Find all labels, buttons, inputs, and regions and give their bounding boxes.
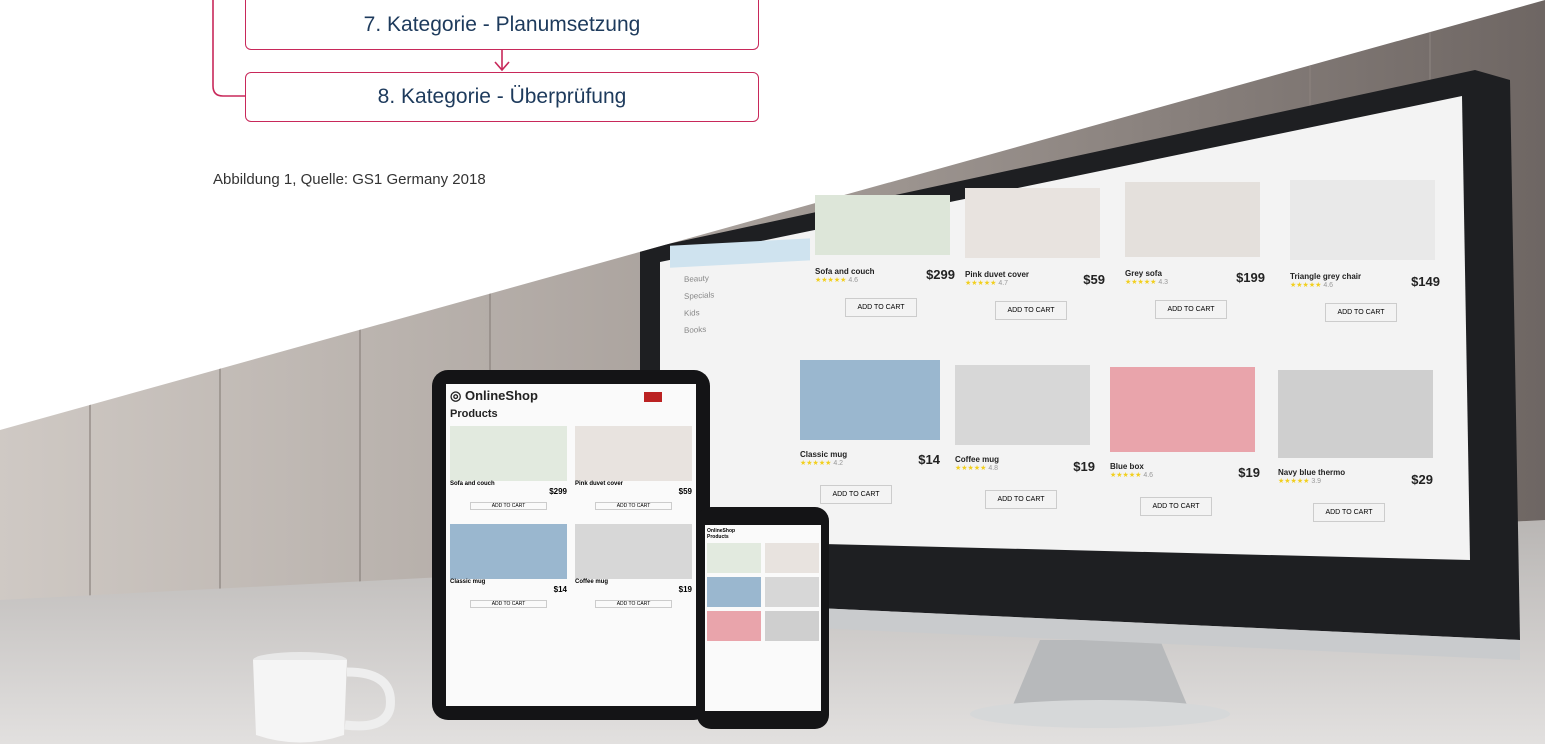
add-to-cart-button[interactable]: ADD TO CART [1325, 303, 1397, 322]
shop-sidebar: Beauty Specials Kids Books [670, 238, 810, 343]
product-image [800, 360, 940, 440]
sidebar-active-item[interactable] [670, 238, 810, 268]
star-icons: ★★★★★ [800, 460, 832, 467]
rating-value: 4.2 [833, 460, 844, 467]
products-heading: Products [707, 534, 729, 540]
product-card[interactable]: Grey sofa $199 ★★★★★ 4.3 ADD TO CART [1125, 182, 1265, 319]
product-price: $19 [1073, 459, 1095, 474]
product-price: $14 [553, 585, 567, 594]
product-thumb[interactable] [765, 543, 819, 573]
product-title: Navy blue thermo [1278, 468, 1346, 477]
product-card[interactable]: Pink duvet cover $59 ADD TO CART [575, 426, 692, 516]
add-to-cart-button[interactable]: ADD TO CART [1313, 503, 1385, 522]
product-card[interactable]: Coffee mug $19 ADD TO CART [575, 524, 692, 614]
add-to-cart-button[interactable]: ADD TO CART [985, 490, 1057, 509]
product-card[interactable]: Pink duvet cover $59 ★★★★★ 4.7 ADD TO CA… [965, 188, 1105, 320]
rating-value: 4.8 [988, 465, 999, 472]
tablet-screen: ◎ OnlineShop Products Sofa and couch $29… [450, 388, 692, 702]
product-price: $299 [926, 267, 955, 282]
product-card[interactable]: Navy blue thermo $29 ★★★★★ 3.9 ADD TO CA… [1278, 370, 1433, 522]
product-image [450, 524, 567, 579]
product-rating: ★★★★★ 4.8 [955, 464, 1090, 472]
star-icons: ★★★★★ [1125, 279, 1157, 286]
product-thumb[interactable] [707, 611, 761, 641]
product-card[interactable]: Coffee mug $19 ★★★★★ 4.8 ADD TO CART [955, 365, 1095, 509]
products-heading: Products [450, 408, 498, 420]
product-rating: ★★★★★ 3.9 [1278, 477, 1433, 485]
product-rating: ★★★★★ 4.7 [965, 279, 1100, 287]
add-to-cart-button[interactable]: ADD TO CART [1140, 497, 1212, 516]
sidebar-item-kids[interactable]: Kids [684, 303, 796, 318]
product-image [1290, 180, 1435, 260]
product-price: $14 [918, 452, 940, 467]
product-image [1110, 367, 1255, 452]
phone-screen: OnlineShop Products [707, 528, 819, 708]
product-thumb[interactable] [707, 543, 761, 573]
product-card[interactable]: Classic mug $14 ADD TO CART [450, 524, 567, 614]
product-image [450, 426, 567, 481]
brand-name: OnlineShop [464, 388, 538, 403]
star-icons: ★★★★★ [965, 280, 997, 287]
sidebar-item-specials[interactable]: Specials [684, 286, 796, 301]
product-title: Pink duvet cover [965, 270, 1030, 279]
rating-value: 4.6 [1323, 282, 1334, 289]
product-price: $19 [678, 585, 692, 594]
star-icons: ★★★★★ [1290, 282, 1322, 289]
product-card[interactable]: Triangle grey chair $149 ★★★★★ 4.6 ADD T… [1290, 180, 1440, 322]
rating-value: 4.6 [1143, 472, 1154, 479]
rating-value: 4.7 [998, 280, 1009, 287]
rating-value: 4.3 [1158, 279, 1169, 286]
product-price: $59 [1083, 272, 1105, 287]
logo-icon: ◎ [450, 388, 462, 403]
product-thumb[interactable] [765, 577, 819, 607]
add-to-cart-button[interactable]: ADD TO CART [995, 301, 1067, 320]
product-image [1125, 182, 1260, 257]
product-image [815, 195, 950, 255]
product-price: $199 [1236, 270, 1265, 285]
product-image [955, 365, 1090, 445]
product-thumb[interactable] [707, 577, 761, 607]
add-to-cart-button[interactable]: ADD TO CART [845, 298, 917, 317]
add-to-cart-button[interactable]: ADD TO CART [595, 600, 672, 608]
add-to-cart-button[interactable]: ADD TO CART [1155, 300, 1227, 319]
product-image [965, 188, 1100, 258]
star-icons: ★★★★★ [955, 465, 987, 472]
rating-value: 4.6 [848, 277, 859, 284]
product-price: $149 [1411, 274, 1440, 289]
product-title: Coffee mug [955, 455, 999, 464]
add-to-cart-button[interactable]: ADD TO CART [820, 485, 892, 504]
rating-value: 3.9 [1311, 478, 1322, 485]
product-price: $299 [549, 487, 567, 496]
add-to-cart-button[interactable]: ADD TO CART [470, 600, 547, 608]
product-title: Blue box [1110, 462, 1144, 471]
product-price: $59 [678, 487, 692, 496]
add-to-cart-button[interactable]: ADD TO CART [470, 502, 547, 510]
sidebar-item-beauty[interactable]: Beauty [684, 269, 796, 284]
product-image [1278, 370, 1433, 458]
add-to-cart-button[interactable]: ADD TO CART [595, 502, 672, 510]
product-card[interactable]: Blue box $19 ★★★★★ 4.6 ADD TO CART [1110, 367, 1260, 516]
product-price: $29 [1411, 472, 1433, 487]
product-image [575, 426, 692, 481]
star-icons: ★★★★★ [1278, 478, 1310, 485]
star-icons: ★★★★★ [815, 277, 847, 284]
product-price: $19 [1238, 465, 1260, 480]
star-icons: ★★★★★ [1110, 472, 1142, 479]
flag-icon [644, 392, 662, 402]
product-rating: ★★★★★ 4.6 [1110, 471, 1255, 479]
product-card[interactable]: Classic mug $14 ★★★★★ 4.2 ADD TO CART [800, 360, 940, 504]
sidebar-item-books[interactable]: Books [684, 320, 796, 335]
product-card[interactable]: Sofa and couch $299 ADD TO CART [450, 426, 567, 516]
product-thumb[interactable] [765, 611, 819, 641]
product-card[interactable]: Sofa and couch $299 ★★★★★ 4.6 ADD TO CAR… [815, 195, 955, 317]
product-image [575, 524, 692, 579]
